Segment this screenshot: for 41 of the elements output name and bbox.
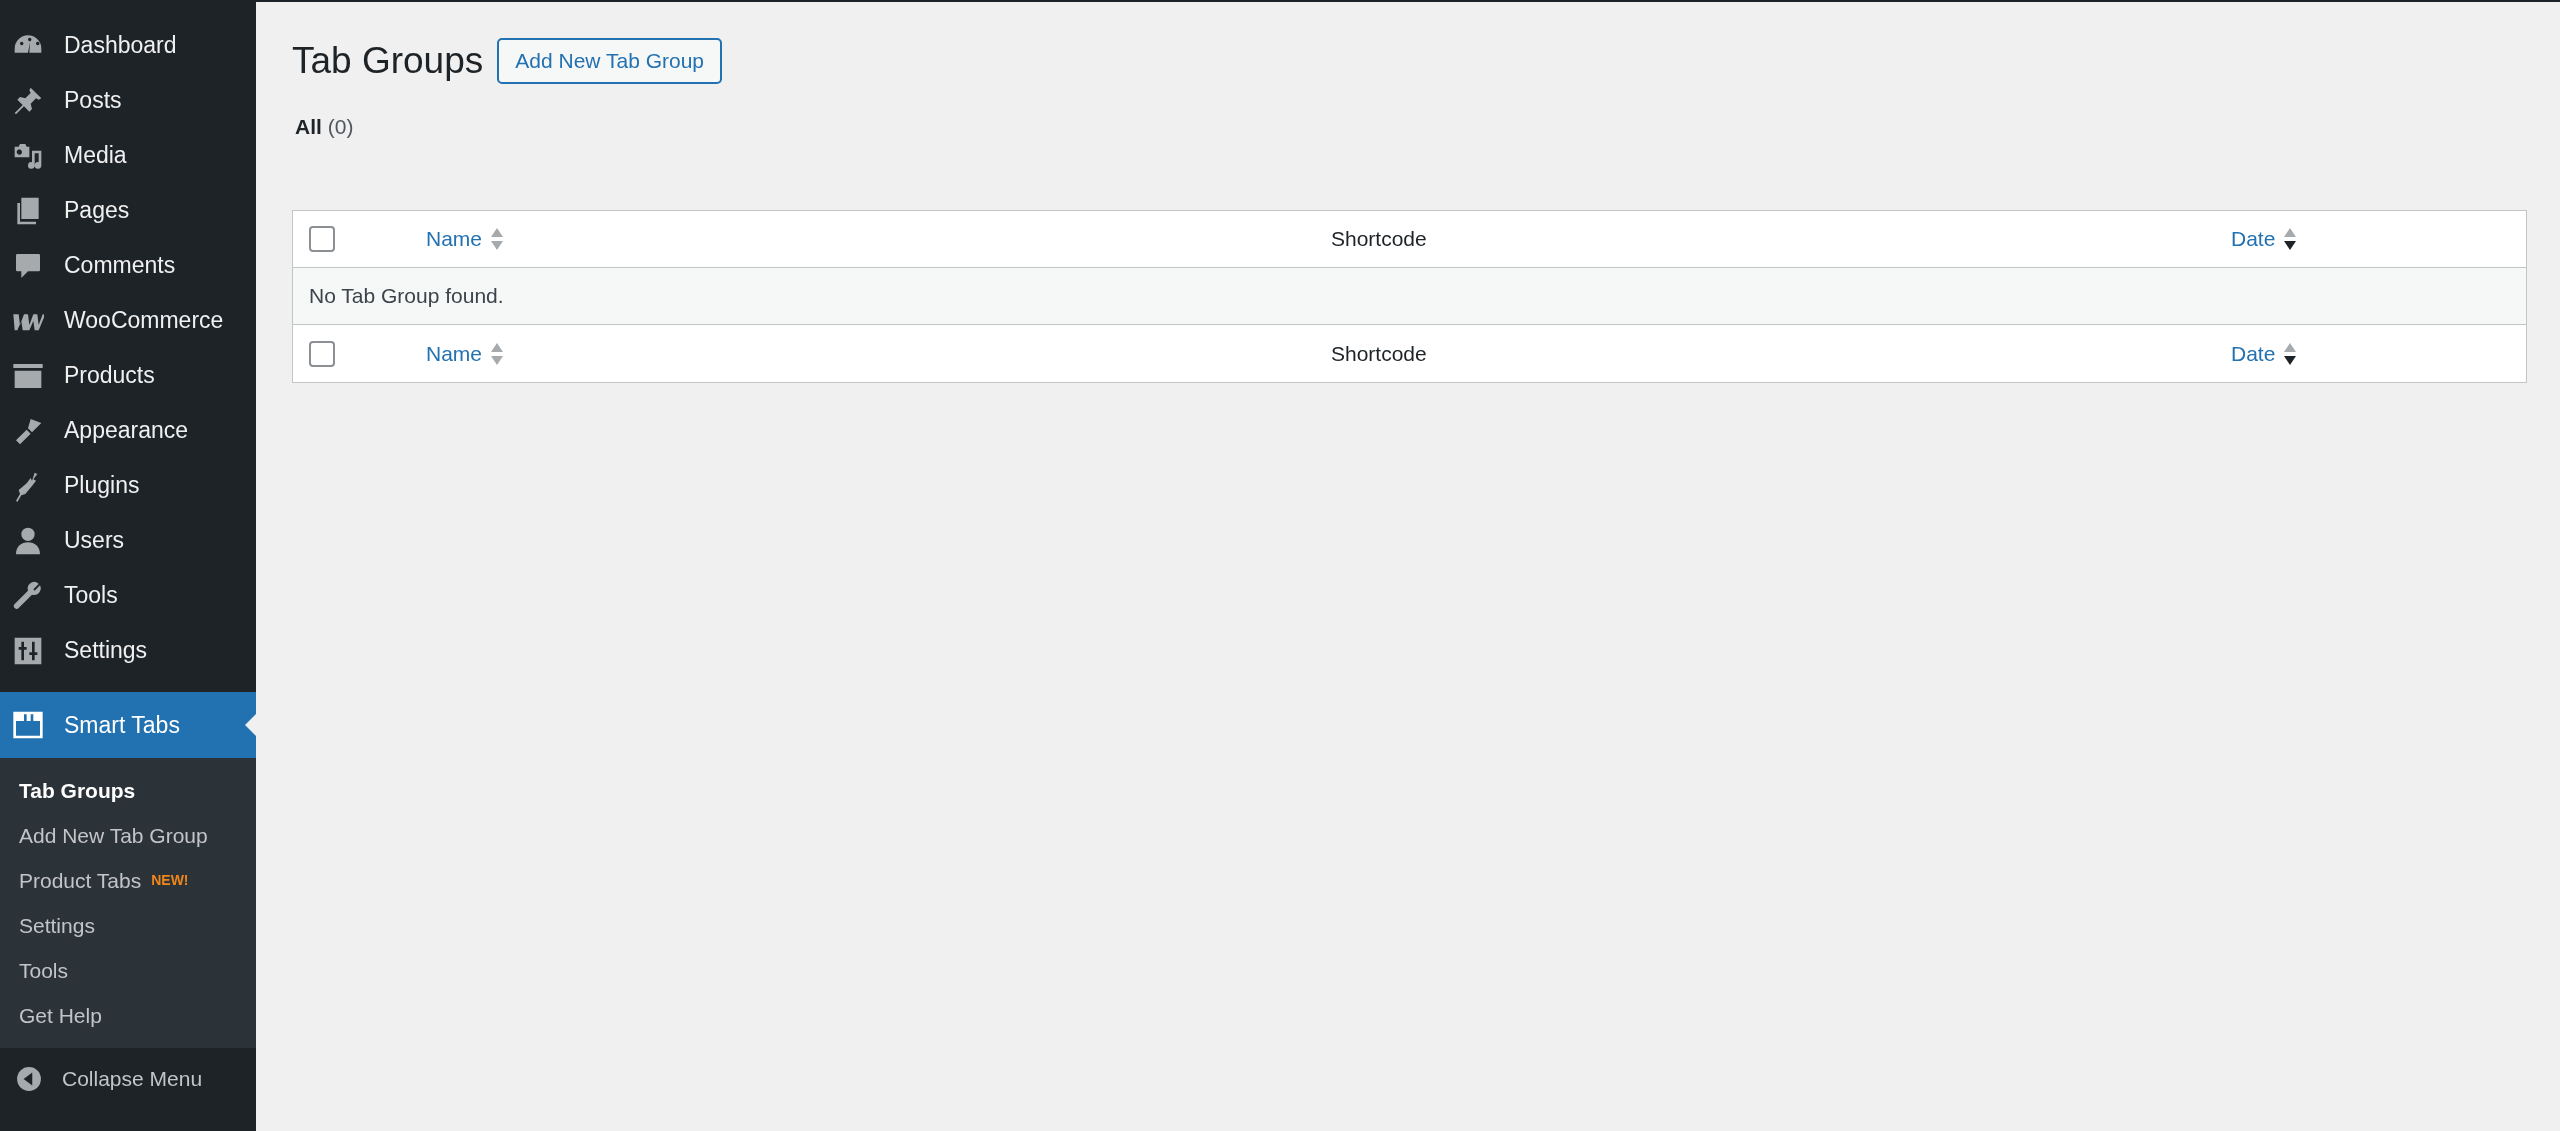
sort-arrows-icon	[2283, 227, 2298, 251]
filter-link[interactable]: All	[295, 110, 322, 142]
menu-item[interactable]: Tools	[0, 568, 256, 623]
menu-item[interactable]: Posts	[0, 73, 256, 128]
sortable-column-header[interactable]: Name	[426, 337, 505, 370]
menu-item[interactable]: Pages	[0, 183, 256, 238]
submenu-link[interactable]: Get Help	[19, 999, 102, 1032]
column-header: Shortcode	[1331, 226, 1427, 253]
sort-arrows-icon	[2283, 341, 2298, 366]
page-title: Tab Groups	[292, 39, 484, 83]
sortable-column-header[interactable]: Date	[2231, 337, 2298, 370]
menu-item[interactable]: Users	[0, 513, 256, 568]
submenu-link[interactable]: Settings	[19, 909, 95, 942]
submenu-link[interactable]: Product Tabs	[19, 864, 142, 897]
add-new-button[interactable]: Add New Tab Group	[497, 37, 722, 84]
menu-item[interactable]: Settings	[0, 623, 256, 678]
wrench-icon	[12, 579, 44, 612]
menu-item[interactable]: Media	[0, 128, 256, 183]
submenu-link[interactable]: Add New Tab Group	[19, 819, 208, 852]
menu-item[interactable]: Plugins	[0, 458, 256, 513]
filter-count: (0)	[327, 113, 354, 140]
column-header: Shortcode	[1331, 340, 1427, 367]
menu-item[interactable]: Products	[0, 348, 256, 403]
menu-item[interactable]: WooCommerce	[0, 293, 256, 348]
new-label: NEW!	[151, 871, 189, 890]
select-all-checkbox[interactable]	[309, 226, 335, 252]
sortable-column-header[interactable]: Date	[2231, 223, 2298, 255]
sortable-column-header[interactable]: Name	[426, 223, 505, 255]
sort-arrows-icon	[490, 227, 505, 251]
sort-arrows-icon	[490, 341, 505, 366]
empty-message: No Tab Group found.	[309, 283, 504, 310]
window-icon	[12, 709, 44, 741]
current-indicator	[245, 714, 256, 736]
select-all-checkbox[interactable]	[309, 340, 335, 367]
menu-item[interactable]: Dashboard	[0, 18, 256, 73]
submenu-link[interactable]: Tab Groups	[19, 774, 136, 807]
submenu-link[interactable]: Tools	[19, 954, 69, 987]
menu-item[interactable]: Smart Tabs	[0, 692, 256, 758]
collapse-menu-button[interactable]: Collapse Menu	[0, 1051, 256, 1106]
menu-item[interactable]: Comments	[0, 238, 256, 293]
menu-item[interactable]: Appearance	[0, 403, 256, 458]
